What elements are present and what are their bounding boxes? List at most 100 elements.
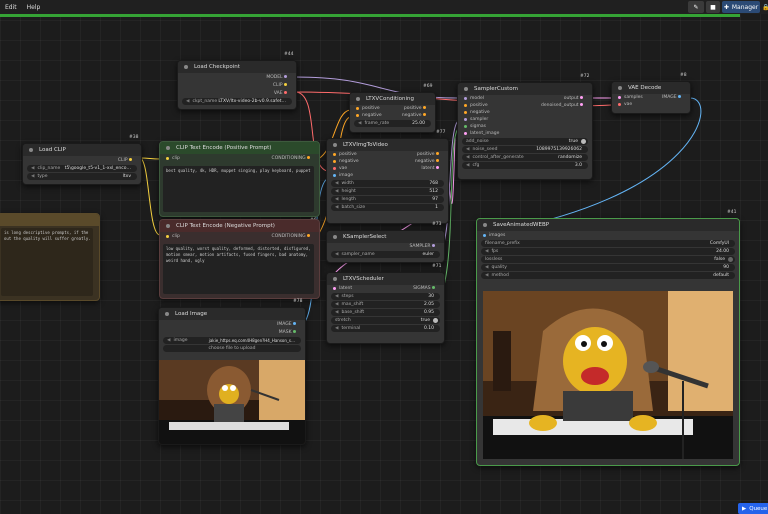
input-vae[interactable]: vae: [612, 101, 690, 108]
height-widget[interactable]: ◀ height 512: [331, 188, 444, 195]
slot-dot-icon[interactable]: [307, 234, 310, 237]
io-negative[interactable]: negative negative: [350, 112, 435, 119]
slot-dot-icon[interactable]: [333, 160, 336, 163]
arrow-left-icon[interactable]: ◀: [466, 163, 469, 168]
paint-icon[interactable]: ✎: [688, 1, 704, 13]
slot-dot-icon[interactable]: [293, 321, 296, 325]
arrow-left-icon[interactable]: ◀: [31, 166, 34, 171]
arrow-left-icon[interactable]: ◀: [485, 249, 488, 254]
sampler-name-widget[interactable]: ◀ sampler_name euler: [331, 251, 440, 258]
collapse-dot-icon[interactable]: [483, 223, 487, 227]
slot-dot-icon[interactable]: [464, 132, 467, 135]
fps-widget[interactable]: ◀ fps 24.00: [481, 248, 735, 255]
output-vae[interactable]: VAE: [178, 89, 296, 97]
slot-dot-icon[interactable]: [284, 90, 287, 94]
node-ltxv-img-to-video[interactable]: LTXVImgToVideo positive positive negative…: [326, 138, 449, 224]
output-model[interactable]: MODEL: [178, 73, 296, 81]
arrow-left-icon[interactable]: ◀: [167, 338, 170, 343]
filename-prefix-widget[interactable]: filename_prefix ComfyUI: [481, 240, 735, 247]
slot-dot-icon[interactable]: [464, 104, 467, 107]
collapse-dot-icon[interactable]: [166, 146, 170, 150]
menu-edit[interactable]: Edit: [0, 4, 22, 11]
slot-dot-icon[interactable]: [464, 125, 467, 128]
note-node[interactable]: is long descriptive prompts, if the out …: [0, 213, 100, 301]
noise-seed-widget[interactable]: ◀ noise_seed 1089975139926062: [462, 146, 588, 153]
collapse-dot-icon[interactable]: [464, 87, 468, 91]
slot-dot-icon[interactable]: [284, 82, 287, 86]
method-widget[interactable]: ◀ method default: [481, 272, 735, 279]
cfg-widget[interactable]: ◀ cfg 3.0: [462, 162, 588, 169]
arrow-left-icon[interactable]: ◀: [335, 310, 338, 315]
steps-widget[interactable]: ◀ steps 30: [331, 293, 440, 300]
io-latent[interactable]: latent SIGMAS: [327, 285, 444, 292]
slot-dot-icon[interactable]: [423, 106, 426, 109]
node-load-checkpoint[interactable]: Load Checkpoint MODEL CLIP VAE ◀ ckpt_nam…: [177, 60, 297, 110]
slot-dot-icon[interactable]: [293, 329, 296, 333]
io-positive[interactable]: positive positive: [350, 105, 435, 112]
node-sampler-custom[interactable]: SamplerCustom model output positive denois…: [457, 82, 593, 180]
slot-dot-icon[interactable]: [333, 153, 336, 156]
input-sampler[interactable]: sampler: [458, 116, 592, 123]
batch-size-widget[interactable]: ◀ batch_size 1: [331, 204, 444, 211]
slot-dot-icon[interactable]: [333, 287, 336, 290]
arrow-left-icon[interactable]: ◀: [485, 265, 488, 270]
collapse-dot-icon[interactable]: [356, 97, 360, 101]
slot-dot-icon[interactable]: [432, 286, 435, 289]
arrow-left-icon[interactable]: ◀: [335, 189, 338, 194]
io-positive[interactable]: positive denoised_output: [458, 102, 592, 109]
node-clip-positive[interactable]: CLIP Text Encode (Positive Prompt) clip C…: [159, 141, 320, 217]
slot-dot-icon[interactable]: [307, 156, 310, 159]
collapse-dot-icon[interactable]: [618, 86, 622, 90]
arrow-left-icon[interactable]: ◀: [466, 155, 469, 160]
terminal-widget[interactable]: ◀ terminal 0.10: [331, 325, 440, 332]
lossless-toggle[interactable]: lossless false: [481, 256, 735, 263]
arrow-left-icon[interactable]: ◀: [335, 197, 338, 202]
arrow-left-icon[interactable]: ◀: [335, 326, 338, 331]
io-positive[interactable]: positive positive: [327, 151, 448, 158]
arrow-left-icon[interactable]: ◀: [335, 252, 338, 257]
collapse-dot-icon[interactable]: [333, 277, 337, 281]
arrow-left-icon[interactable]: ◀: [335, 205, 338, 210]
io-model[interactable]: model output: [458, 95, 592, 102]
slot-dot-icon[interactable]: [464, 118, 467, 121]
collapse-dot-icon[interactable]: [333, 143, 337, 147]
width-widget[interactable]: ◀ width 768: [331, 180, 444, 187]
arrow-left-icon[interactable]: ◀: [358, 121, 361, 126]
slot-dot-icon[interactable]: [356, 114, 359, 117]
arrow-left-icon[interactable]: ◀: [186, 99, 189, 104]
slot-dot-icon[interactable]: [166, 157, 169, 160]
max-shift-widget[interactable]: ◀ max_shift 2.05: [331, 301, 440, 308]
slot-dot-icon[interactable]: [483, 233, 486, 237]
node-ksampler-select[interactable]: KSamplerSelect SAMPLER ◀ sampler_name eule…: [326, 230, 445, 263]
clip-name-widget[interactable]: ◀ clip_name t5\google_t5-v1_1-xxl_enco…: [27, 165, 137, 172]
io-negative[interactable]: negative negative: [327, 158, 448, 165]
node-load-image[interactable]: Load Image IMAGE MASK ◀ image jakie_https.…: [158, 307, 306, 445]
type-widget[interactable]: ◀ type ltxv: [27, 173, 137, 180]
ckpt-name-widget[interactable]: ◀ ckpt_name LTXV/ltx-video-2b-v0.9.safet…: [182, 98, 292, 105]
base-shift-widget[interactable]: ◀ base_shift 0.95: [331, 309, 440, 316]
slot-dot-icon[interactable]: [333, 167, 336, 170]
slot-dot-icon[interactable]: [436, 166, 439, 169]
output-clip[interactable]: CLIP: [23, 156, 141, 164]
input-sigmas[interactable]: sigmas: [458, 123, 592, 130]
add-noise-toggle[interactable]: add_noise true: [462, 138, 588, 145]
arrow-left-icon[interactable]: ◀: [31, 174, 34, 179]
negative-prompt-textarea[interactable]: low quality, worst quality, deformed, di…: [163, 244, 314, 294]
input-negative[interactable]: negative: [458, 109, 592, 116]
input-latent-image[interactable]: latent_image: [458, 130, 592, 137]
collapse-dot-icon[interactable]: [166, 224, 170, 228]
slot-dot-icon[interactable]: [436, 159, 439, 162]
io-vae[interactable]: vae latent: [327, 165, 448, 172]
length-widget[interactable]: ◀ length 97: [331, 196, 444, 203]
output-mask[interactable]: MASK: [159, 328, 305, 336]
bookmark-icon[interactable]: ■: [706, 1, 720, 13]
slot-dot-icon[interactable]: [284, 74, 287, 78]
arrow-left-icon[interactable]: ◀: [335, 181, 338, 186]
manager-button[interactable]: ✚ Manager: [722, 1, 760, 13]
node-save-animated-webp[interactable]: SaveAnimatedWEBP images filename_prefix C…: [476, 218, 740, 466]
output-sampler[interactable]: SAMPLER: [327, 243, 444, 250]
slot-dot-icon[interactable]: [129, 157, 132, 161]
node-vae-decode[interactable]: VAE Decode samples IMAGE vae: [611, 81, 691, 114]
arrow-left-icon[interactable]: ◀: [485, 273, 488, 278]
input-image[interactable]: image: [327, 172, 448, 179]
